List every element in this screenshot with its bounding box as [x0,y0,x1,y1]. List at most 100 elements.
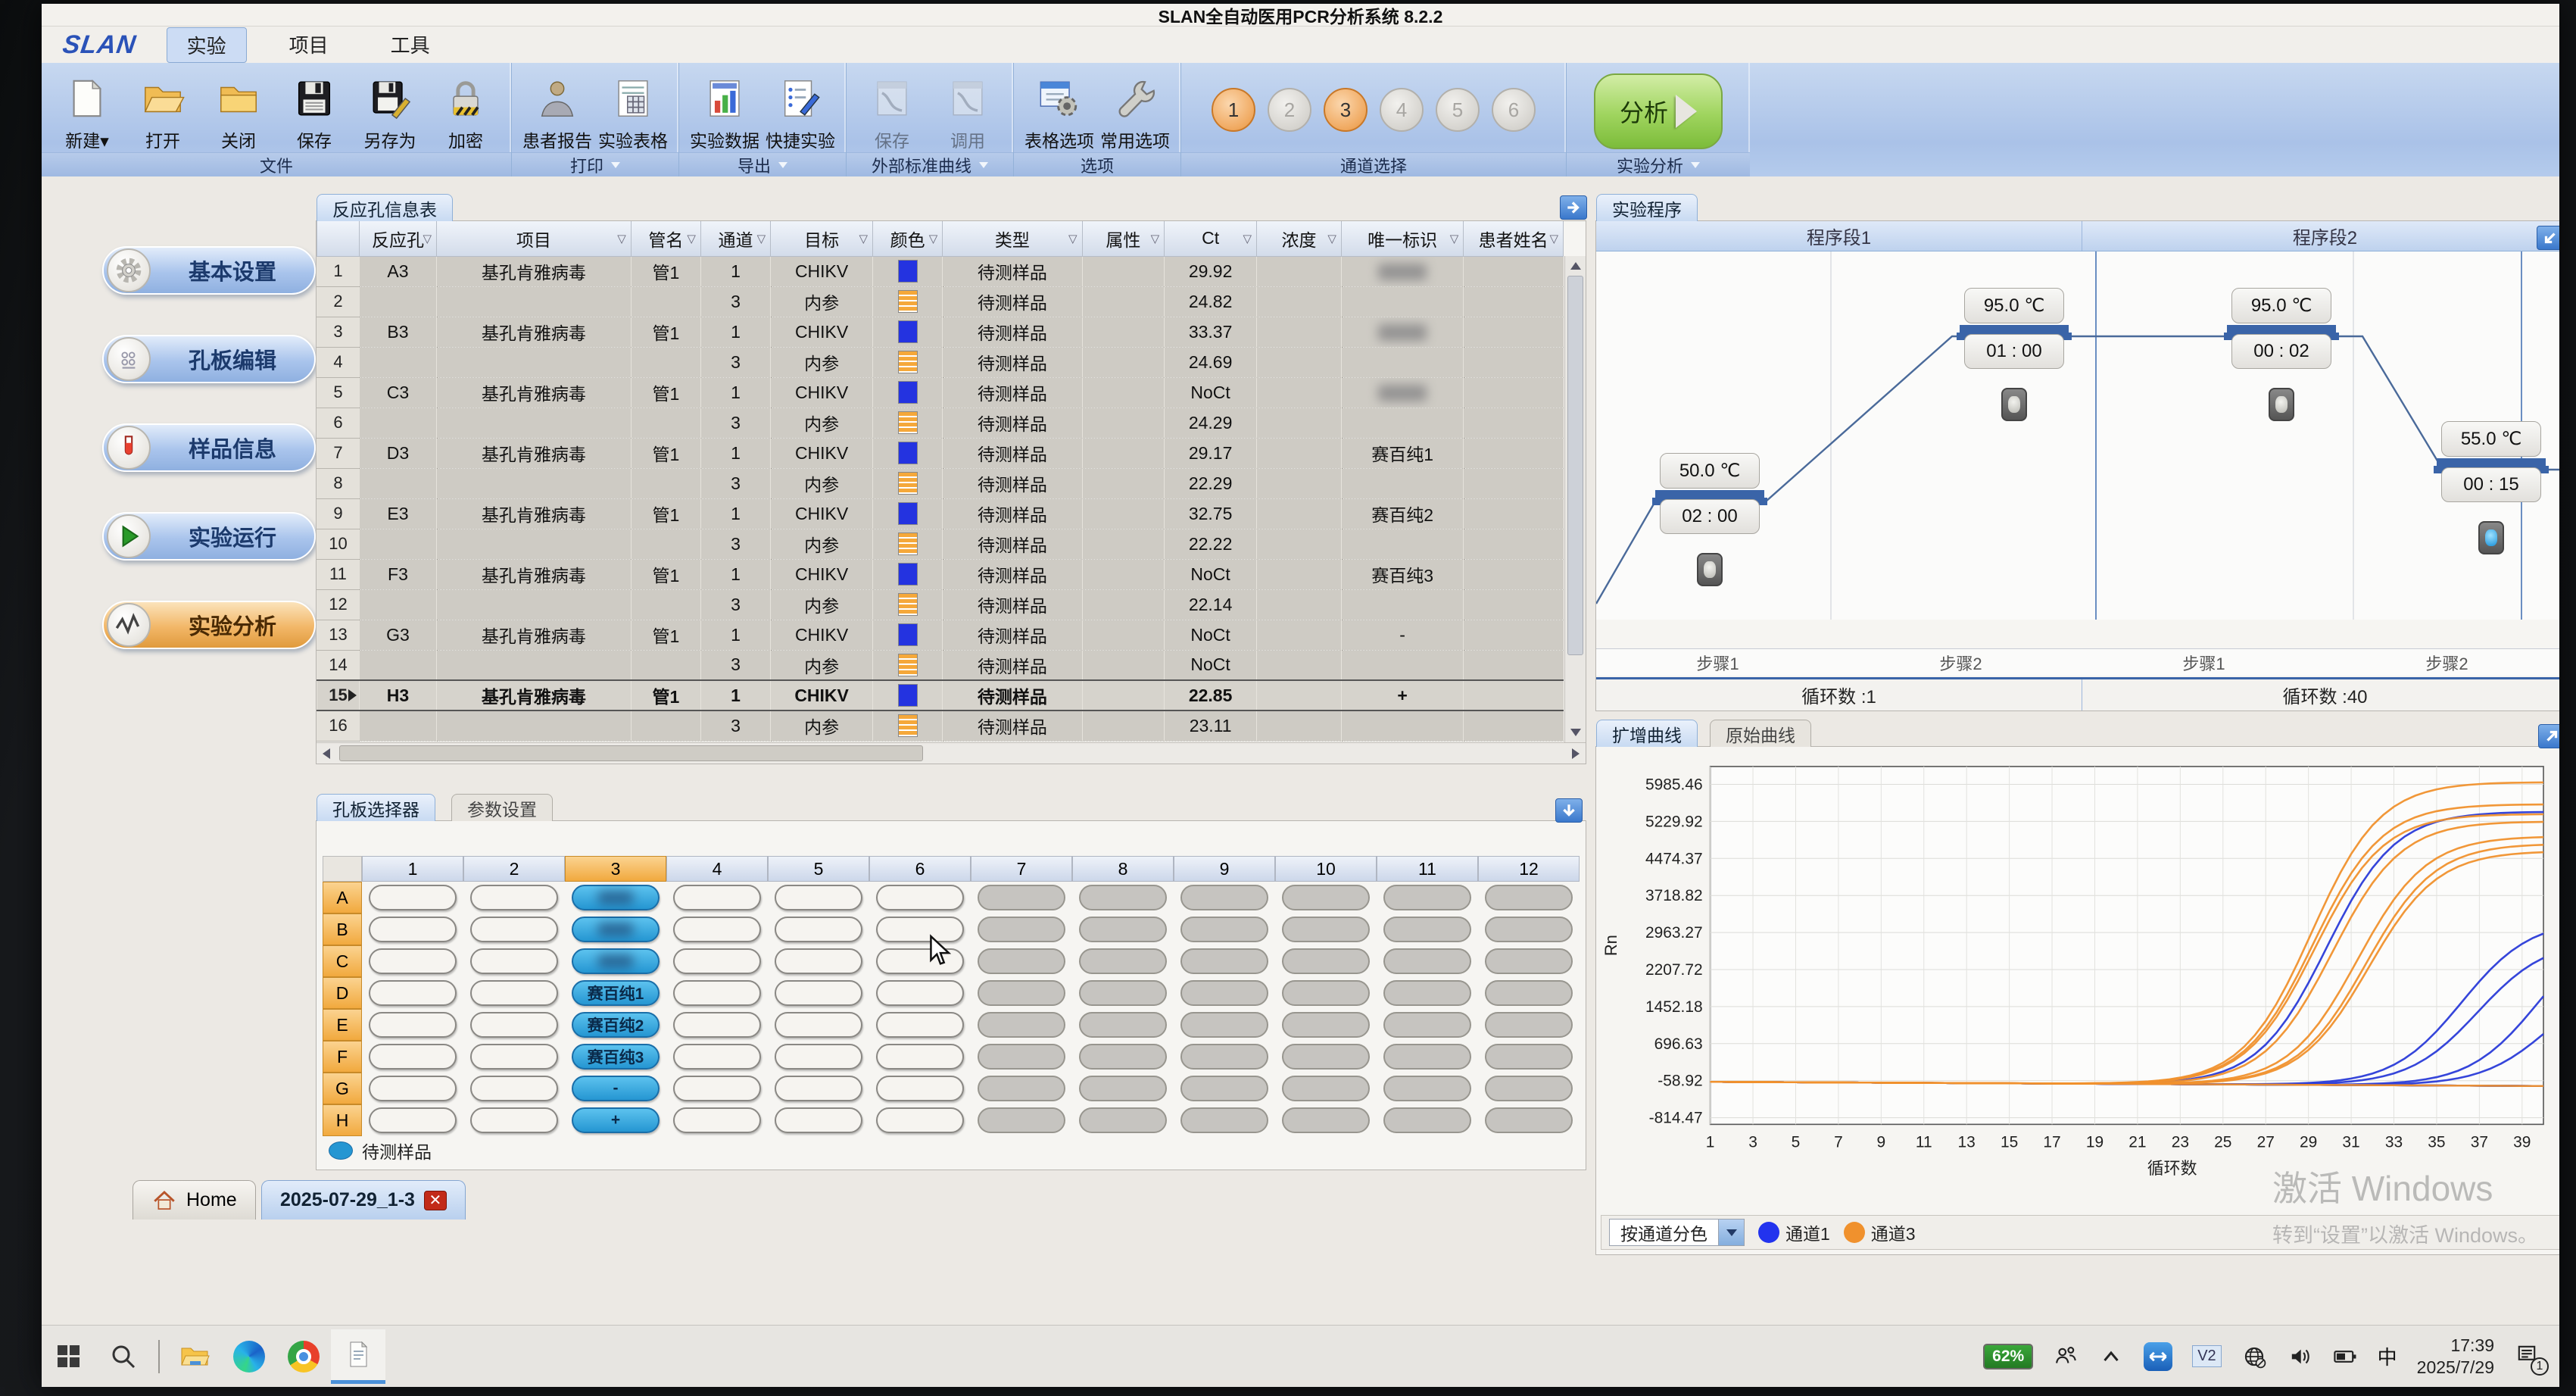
plate-col-header-11[interactable]: 11 [1377,856,1478,882]
well-A5[interactable] [775,885,862,910]
filter-icon[interactable]: ▽ [757,232,766,245]
program-collapse-button[interactable] [2537,226,2559,250]
ribbon-button-curve-doc[interactable]: 调用 [930,67,1006,152]
well-F6[interactable] [876,1044,963,1070]
well-A11[interactable] [1383,885,1470,910]
well-E12[interactable] [1485,1012,1572,1038]
well-C3[interactable] [572,948,659,974]
well-E3[interactable]: 赛百纯2 [572,1012,659,1038]
ribbon-button-wrench[interactable]: 常用选项 [1097,67,1173,152]
channel-button-4[interactable]: 4 [1380,88,1424,132]
well-E10[interactable] [1282,1012,1369,1038]
column-header-3[interactable]: 通道▽ [700,221,770,256]
table-row[interactable]: 14 3 内参待测样品 NoCt [317,650,1564,680]
filter-icon[interactable]: ▽ [1450,232,1459,245]
ribbon-button-floppy-edit[interactable]: 另存为 [352,67,428,152]
camera-icon[interactable] [2001,388,2027,421]
well-C2[interactable] [470,948,557,974]
analyze-button[interactable]: 分析 [1594,73,1723,149]
doc-tab-0[interactable]: Home [133,1180,256,1220]
table-row[interactable]: 5 C3基孔肯雅病毒管11 CHIKV待测样品 NoCt [317,377,1564,408]
column-header-0[interactable]: 反应孔▽ [359,221,436,256]
channel-button-2[interactable]: 2 [1268,88,1311,132]
group-caret-icon[interactable] [611,162,620,168]
legend-color-mode-dropdown[interactable]: 按通道分色 [1609,1219,1745,1246]
well-E8[interactable] [1079,1012,1166,1038]
well-H12[interactable] [1485,1107,1572,1133]
well-B5[interactable] [775,917,862,942]
table-row[interactable]: 6 3 内参待测样品 24.29 [317,408,1564,438]
well-D6[interactable] [876,980,963,1006]
well-E4[interactable] [673,1012,760,1038]
well-G4[interactable] [673,1076,760,1101]
well-G10[interactable] [1282,1076,1369,1101]
ribbon-button-new-file[interactable]: 新建▾ [49,67,125,152]
well-E9[interactable] [1180,1012,1268,1038]
well-B11[interactable] [1383,917,1470,942]
well-H3[interactable]: + [572,1107,659,1133]
filter-icon[interactable]: ▽ [1151,232,1160,245]
plate-tab-1[interactable]: 参数设置 [451,794,553,821]
sidebar-item-analysis[interactable]: 实验分析 [102,601,316,649]
column-header-8[interactable]: Ct▽ [1165,221,1257,256]
column-header-11[interactable]: 患者姓名▽ [1464,221,1564,256]
well-B9[interactable] [1180,917,1268,942]
camera-icon[interactable] [2478,521,2504,554]
filter-icon[interactable]: ▽ [1068,232,1077,245]
column-header-5[interactable]: 颜色▽ [873,221,943,256]
plate-col-header-9[interactable]: 9 [1174,856,1275,882]
well-H7[interactable] [978,1107,1065,1133]
well-F7[interactable] [978,1044,1065,1070]
well-H10[interactable] [1282,1107,1369,1133]
close-icon[interactable]: ✕ [424,1191,447,1210]
table-row[interactable]: 7 D3基孔肯雅病毒管11 CHIKV待测样品 29.17赛百纯1 [317,438,1564,468]
notification-center-icon[interactable]: 1 [2514,1341,2540,1371]
well-F11[interactable] [1383,1044,1470,1070]
well-A10[interactable] [1282,885,1369,910]
well-F2[interactable] [470,1044,557,1070]
well-E2[interactable] [470,1012,557,1038]
well-A4[interactable] [673,885,760,910]
well-D5[interactable] [775,980,862,1006]
well-B3[interactable] [572,917,659,942]
well-A9[interactable] [1180,885,1268,910]
table-row[interactable]: 16 3 内参待测样品 23.11 [317,710,1564,741]
ribbon-button-person[interactable]: 患者报告 [519,67,595,152]
group-caret-icon[interactable] [778,162,787,168]
column-header-1[interactable]: 项目▽ [437,221,632,256]
well-E11[interactable] [1383,1012,1470,1038]
ribbon-button-quick-doc[interactable]: 快捷实验 [763,67,838,152]
plate-col-header-1[interactable]: 1 [362,856,463,882]
well-C11[interactable] [1383,948,1470,974]
well-table-tab[interactable]: 反应孔信息表 [317,194,453,221]
plate-row-header-F[interactable]: F [323,1041,362,1073]
sidebar-item-plate[interactable]: 孔板编辑 [102,335,316,383]
well-H4[interactable] [673,1107,760,1133]
plate-row-header-C[interactable]: C [323,945,362,977]
filter-icon[interactable]: ▽ [423,232,432,245]
well-D2[interactable] [470,980,557,1006]
well-B4[interactable] [673,917,760,942]
well-C4[interactable] [673,948,760,974]
sidebar-item-run[interactable]: 实验运行 [102,512,316,561]
well-G9[interactable] [1180,1076,1268,1101]
people-icon[interactable] [2053,1344,2079,1369]
table-vertical-scrollbar[interactable] [1564,256,1586,742]
input-method-indicator[interactable]: 中 [2378,1342,2397,1370]
well-F5[interactable] [775,1044,862,1070]
table-row[interactable]: 4 3 内参待测样品 24.69 [317,347,1564,377]
well-H9[interactable] [1180,1107,1268,1133]
well-D10[interactable] [1282,980,1369,1006]
plate-row-header-E[interactable]: E [323,1009,362,1041]
well-E7[interactable] [978,1012,1065,1038]
well-F12[interactable] [1485,1044,1572,1070]
table-horizontal-scrollbar[interactable] [317,742,1586,764]
ribbon-button-report-grid[interactable]: 实验表格 [595,67,671,152]
group-caret-icon[interactable] [1691,162,1700,168]
plate-col-header-4[interactable]: 4 [666,856,768,882]
plate-tab-0[interactable]: 孔板选择器 [317,794,435,821]
plate-col-header-12[interactable]: 12 [1478,856,1580,882]
chrome-icon[interactable] [276,1329,331,1384]
table-row[interactable]: 15 H3基孔肯雅病毒管11 CHIKV待测样品 22.85+ [317,680,1564,710]
well-F8[interactable] [1079,1044,1166,1070]
